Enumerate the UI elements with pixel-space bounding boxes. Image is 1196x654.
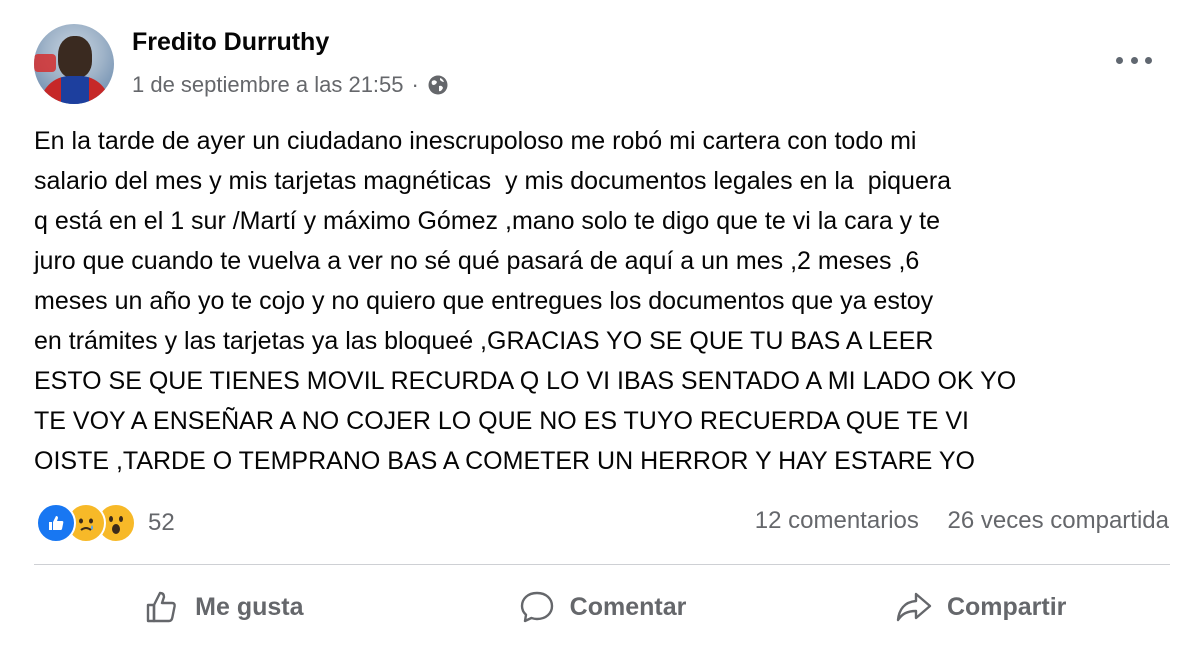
like-reaction-icon <box>36 503 76 543</box>
post-meta: 1 de septiembre a las 21:55 · <box>132 72 449 98</box>
post-body-line: juro que cuando te vuelva a ver no sé qu… <box>34 247 920 275</box>
post-body-line: q está en el 1 sur /Martí y máximo Gómez… <box>34 207 940 235</box>
post-body: En la tarde de ayer un ciudadano inescru… <box>34 121 1174 481</box>
shares-count-link[interactable]: 26 veces compartida <box>948 507 1169 534</box>
comment-button-label: Comentar <box>569 592 687 621</box>
share-button-label: Compartir <box>946 592 1067 621</box>
more-dot <box>1145 56 1152 64</box>
post-body-line: OISTE ,TARDE O TEMPRANO BAS A COMETER UN… <box>34 447 975 475</box>
avatar-flag-shape <box>34 54 56 72</box>
post-body-line: salario del mes y mis tarjetas magnética… <box>34 167 952 195</box>
share-button[interactable]: Compartir <box>791 575 1170 639</box>
reaction-summary[interactable]: 52 <box>36 503 175 543</box>
avatar-face-shape <box>58 36 92 78</box>
post-stats: 12 comentarios 26 veces compartida <box>733 507 1169 535</box>
more-dot <box>1130 56 1138 64</box>
post-body-line: TE VOY A ENSEÑAR A NO COJER LO QUE NO ES… <box>34 407 969 435</box>
more-dot <box>1116 56 1123 64</box>
post-body-line: meses un año yo te cojo y no quiero que … <box>34 287 934 315</box>
post-body-line: en trámites y las tarjetas ya las bloque… <box>34 327 934 355</box>
avatar-shirt-shape <box>40 76 110 104</box>
comment-bubble-icon <box>520 591 553 623</box>
globe-icon[interactable] <box>427 74 449 96</box>
comments-count-link[interactable]: 12 comentarios <box>755 507 919 534</box>
share-arrow-icon <box>896 592 932 622</box>
reaction-count: 52 <box>148 509 175 536</box>
facebook-post: Fredito Durruthy 1 de septiembre a las 2… <box>0 0 1196 654</box>
post-actions-bar: Me gusta Comentar Compartir <box>34 575 1170 639</box>
author-name[interactable]: Fredito Durruthy <box>132 28 329 57</box>
post-body-line: ESTO SE QUE TIENES MOVIL RECURDA Q LO VI… <box>34 367 1017 395</box>
more-options-icon[interactable] <box>1116 50 1152 70</box>
post-timestamp[interactable]: 1 de septiembre a las 21:55 <box>132 72 404 98</box>
meta-separator: · <box>411 72 419 97</box>
actions-divider <box>34 564 1170 565</box>
author-avatar[interactable] <box>34 24 114 104</box>
like-button-label: Me gusta <box>195 592 304 621</box>
comment-button[interactable]: Comentar <box>413 575 792 639</box>
like-button[interactable]: Me gusta <box>34 575 413 639</box>
thumbs-up-icon <box>146 591 177 623</box>
post-body-line: En la tarde de ayer un ciudadano inescru… <box>34 127 917 155</box>
